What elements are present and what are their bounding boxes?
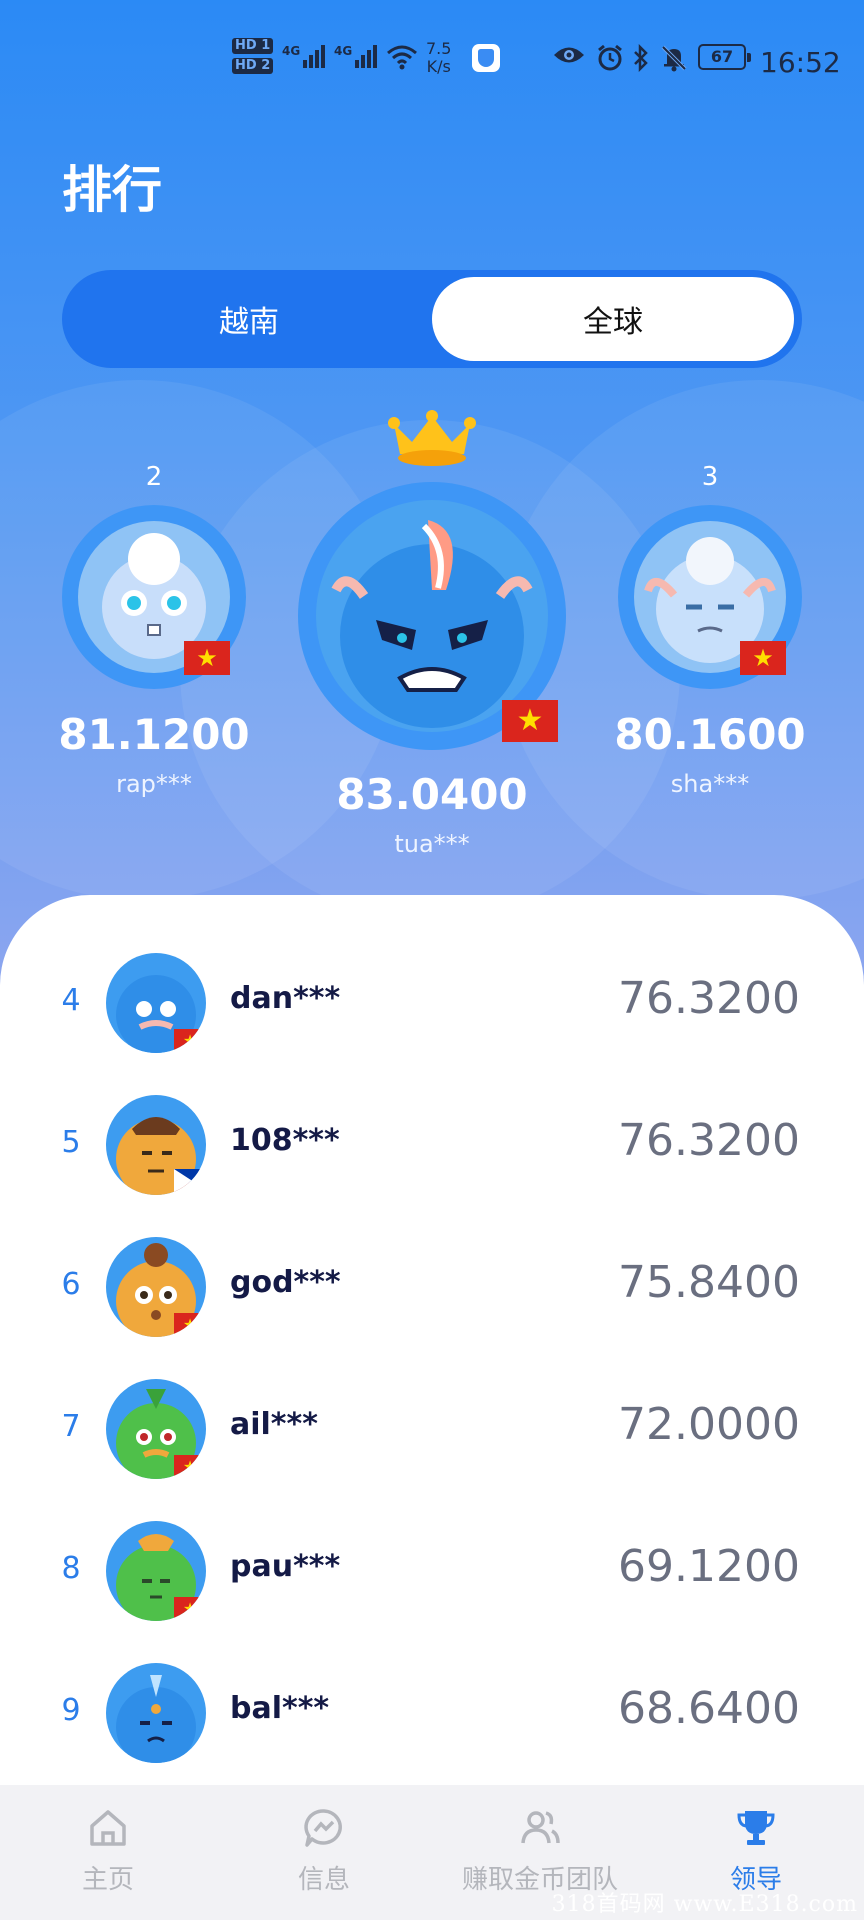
page-title: 排行: [62, 161, 162, 219]
list-score: 76.3200: [618, 1115, 800, 1166]
podium-first-score: 83.0400: [336, 770, 528, 819]
avatar: ★: [106, 1521, 206, 1621]
wifi-icon: [386, 44, 418, 70]
philippines-flag-icon: [174, 1169, 206, 1195]
podium-first-avatar[interactable]: ★: [298, 482, 566, 750]
podium-second-avatar[interactable]: ★: [62, 505, 246, 689]
sim2-label: HD 2: [232, 58, 274, 74]
list-rank: 6: [61, 1267, 81, 1302]
status-bar: HD 1 HD 2 4G 4G 7.5 K/s 67 16:52: [0, 0, 864, 110]
tab-home[interactable]: 主页: [58, 1807, 158, 1896]
tab-leaderboard[interactable]: 领导: [706, 1807, 806, 1896]
avatar: [106, 1663, 206, 1763]
list-score: 76.3200: [618, 973, 800, 1024]
vietnam-flag-icon: ★: [174, 1313, 206, 1337]
chat-icon: [304, 1809, 342, 1847]
list-item[interactable]: 6 ★ god*** 75.8400: [0, 1217, 864, 1359]
list-item[interactable]: 9 bal*** 68.6400: [0, 1643, 864, 1785]
home-icon: [90, 1810, 126, 1846]
vietnam-flag-icon: ★: [174, 1029, 206, 1053]
podium-third-user: sha***: [670, 770, 750, 798]
list-score: 75.8400: [618, 1257, 800, 1308]
sim1-label: HD 1: [232, 38, 274, 54]
list-username: bal***: [230, 1691, 330, 1726]
list-item[interactable]: 8 ★ pau*** 69.1200: [0, 1501, 864, 1643]
list-username: dan***: [230, 981, 341, 1016]
podium-second-score: 81.1200: [58, 710, 250, 759]
bluetooth-icon: [632, 44, 650, 72]
crown-icon: [388, 410, 476, 466]
podium-third-score: 80.1600: [614, 710, 806, 759]
avatar: ★: [106, 1379, 206, 1479]
avatar: [106, 1095, 206, 1195]
list-username: god***: [230, 1265, 341, 1300]
tab-messages-label: 信息: [297, 1865, 350, 1895]
tab-team[interactable]: 赚取金币团队: [450, 1807, 630, 1896]
list-username: pau***: [230, 1549, 341, 1584]
signal-1-icon: 4G: [282, 44, 327, 68]
list-rank: 8: [61, 1551, 81, 1586]
tab-home-label: 主页: [81, 1865, 134, 1895]
sim-indicator: HD 1 HD 2: [232, 38, 276, 74]
podium-second-user: rap***: [116, 770, 192, 798]
list-rank: 5: [61, 1125, 81, 1160]
monster-avatar-icon: [116, 1675, 196, 1763]
alarm-icon: [596, 44, 624, 72]
eye-icon: [552, 44, 586, 66]
bottom-tab-bar: 主页 信息 赚取金币团队 领导 318首码网 www.E318.com: [0, 1785, 864, 1920]
podium-third-rank: 3: [701, 462, 719, 492]
avatar: ★: [106, 1237, 206, 1337]
list-rank: 4: [61, 983, 81, 1018]
avatar: ★: [106, 953, 206, 1053]
vietnam-flag-icon: ★: [174, 1455, 206, 1479]
list-item[interactable]: 5 108*** 76.3200: [0, 1075, 864, 1217]
team-icon: [521, 1811, 560, 1844]
vietnam-flag-icon: ★: [502, 700, 558, 742]
podium-second-rank: 2: [145, 462, 163, 492]
trophy-icon: [737, 1811, 775, 1845]
list-item[interactable]: 7 ★ ail*** 72.0000: [0, 1359, 864, 1501]
list-score: 69.1200: [618, 1541, 800, 1592]
ranking-list: 4 ★ dan*** 76.3200 5 108*** 76.3200 6 ★ …: [0, 895, 864, 1785]
list-rank: 7: [61, 1409, 81, 1444]
watermark-text: 318首码网 www.E318.com: [551, 1892, 858, 1917]
tab-global[interactable]: 全球: [432, 277, 794, 361]
list-item[interactable]: 4 ★ dan*** 76.3200: [0, 933, 864, 1075]
monster-avatar-icon: [331, 520, 533, 728]
signal-2-icon: 4G: [334, 44, 379, 68]
list-score: 68.6400: [618, 1683, 800, 1734]
list-score: 72.0000: [618, 1399, 800, 1450]
list-rank: 9: [61, 1693, 81, 1728]
network-speed: 7.5 K/s: [426, 39, 452, 76]
podium-third-avatar[interactable]: ★: [618, 505, 802, 689]
tab-vietnam[interactable]: 越南: [68, 277, 430, 361]
shield-icon: [472, 44, 500, 72]
mute-bell-icon: [660, 44, 688, 72]
podium-first-user: tua***: [394, 830, 470, 858]
tab-messages[interactable]: 信息: [274, 1807, 374, 1896]
vietnam-flag-icon: ★: [740, 641, 786, 675]
vietnam-flag-icon: ★: [184, 641, 230, 675]
list-username: ail***: [230, 1407, 318, 1442]
battery-icon: 67: [698, 44, 751, 70]
region-segmented-control: 越南 全球: [62, 270, 802, 368]
list-username: 108***: [230, 1123, 340, 1158]
vietnam-flag-icon: ★: [174, 1597, 206, 1621]
status-time: 16:52: [760, 46, 841, 79]
